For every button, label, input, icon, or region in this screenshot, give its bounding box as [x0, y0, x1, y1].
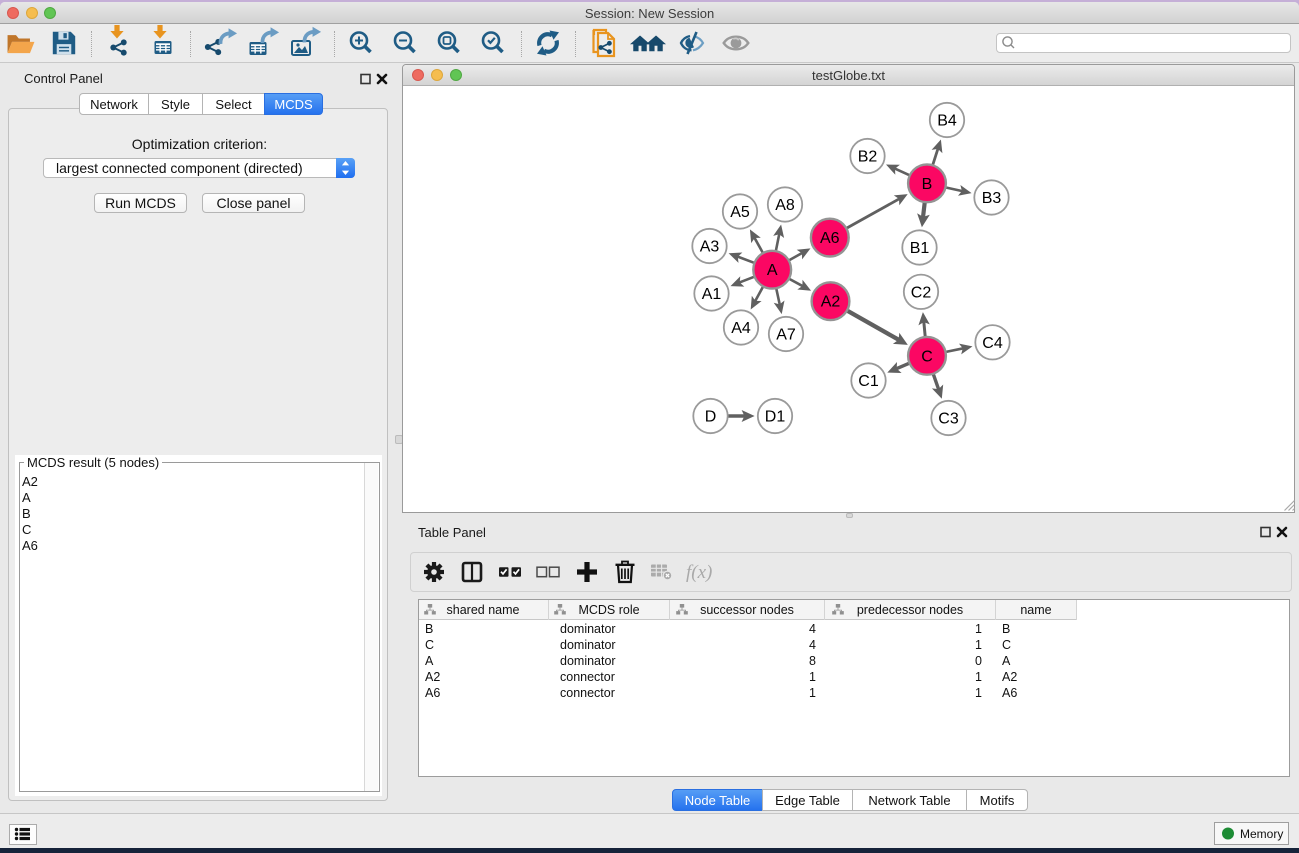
svg-text:C4: C4: [982, 335, 1003, 352]
svg-text:A4: A4: [731, 320, 751, 337]
svg-text:A7: A7: [776, 327, 796, 344]
svg-text:C: C: [921, 348, 933, 365]
svg-text:B: B: [922, 176, 933, 193]
svg-text:C1: C1: [858, 373, 879, 390]
svg-text:B3: B3: [982, 190, 1002, 207]
svg-text:A1: A1: [702, 286, 722, 303]
svg-text:B4: B4: [937, 113, 957, 130]
svg-text:B2: B2: [858, 149, 878, 166]
svg-text:A6: A6: [820, 230, 840, 247]
svg-text:A3: A3: [700, 239, 720, 256]
svg-text:A2: A2: [821, 294, 841, 311]
svg-text:A: A: [767, 262, 778, 279]
svg-text:D1: D1: [765, 409, 786, 426]
svg-text:A5: A5: [730, 204, 750, 221]
svg-text:C2: C2: [911, 284, 932, 301]
svg-text:B1: B1: [910, 240, 930, 257]
svg-text:D: D: [705, 409, 717, 426]
svg-text:C3: C3: [938, 411, 959, 428]
svg-text:A8: A8: [775, 197, 795, 214]
